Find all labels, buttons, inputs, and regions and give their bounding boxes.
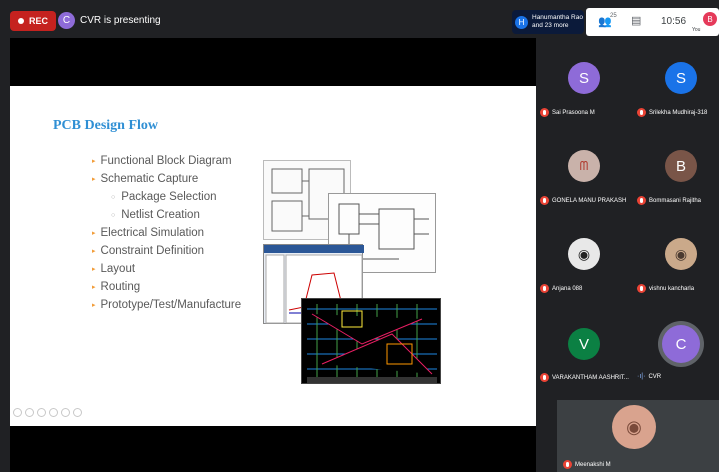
participant-avatar: B (665, 150, 697, 182)
participant-avatar: S (665, 62, 697, 94)
participant-photo: ◉ (612, 405, 656, 449)
mic-off-icon (563, 460, 572, 469)
participant-name: GONELA MANU PRAKASH (540, 196, 626, 205)
self-avatar[interactable]: B (703, 12, 717, 26)
sub-bullet: ○ Netlist Creation (111, 209, 200, 221)
pen-icon[interactable] (37, 408, 46, 417)
more-icon[interactable] (73, 408, 82, 417)
mic-off-icon (637, 196, 646, 205)
bullet: ▸ Routing (92, 281, 141, 293)
bullet-icon: ▸ (92, 302, 96, 309)
bullet-icon: ▸ (92, 230, 96, 237)
chat-icon[interactable]: ▤ (631, 14, 641, 27)
mic-off-icon (540, 196, 549, 205)
mic-off-icon (637, 108, 646, 117)
slide-letterbox-top (10, 38, 536, 86)
person-photo-icon: ◉ (577, 245, 591, 262)
participant-avatar: C (662, 325, 700, 363)
bullet: ▸ Constraint Definition (92, 245, 205, 257)
participant-avatar: V (568, 328, 600, 360)
participant-photo: ◉ (568, 238, 600, 270)
participant-name: ·ı|· CVR (637, 373, 662, 380)
person-photo-icon: ◉ (674, 245, 688, 262)
slide-controls (13, 408, 82, 417)
mic-off-icon (540, 284, 549, 293)
next-slide-icon[interactable] (25, 408, 34, 417)
participant-photo: ᗰ (568, 150, 600, 182)
participant-name: vishnu kancharla (637, 284, 694, 293)
meet-window: REC C CVR is presenting H Hanumantha Rao… (0, 0, 719, 472)
pointer-icon[interactable] (49, 408, 58, 417)
presenting-label: CVR is presenting (80, 15, 161, 26)
bullet-icon: ▸ (92, 158, 96, 165)
bullet: ▸ Layout (92, 263, 136, 275)
people-count: 25 (610, 13, 617, 19)
participant-name: Meenakshi M (563, 460, 611, 469)
participant-photo: ◉ (665, 238, 697, 270)
recording-badge: REC (10, 11, 57, 31)
sub-bullet-icon: ○ (111, 212, 116, 219)
clock: 10:56 (661, 16, 687, 27)
participants-line2: and 23 more (532, 22, 569, 29)
bullet: ▸ Functional Block Diagram (92, 155, 232, 167)
participant-name: Srilekha Mudhiraj-318 (637, 108, 707, 117)
participant-name: Anjana 088 (540, 284, 582, 293)
presenter-avatar: C (58, 12, 75, 29)
pcb-layout-image (301, 298, 441, 384)
participant-name: Sai Prasoona M (540, 108, 595, 117)
bullet: ▸ Electrical Simulation (92, 227, 205, 239)
bullet-icon: ▸ (92, 248, 96, 255)
bullet-icon: ▸ (92, 176, 96, 183)
participants-line1: Hanumantha Rao (532, 14, 583, 21)
person-photo-icon: ◉ (626, 416, 642, 437)
slide-title: PCB Design Flow (53, 118, 158, 133)
participant-avatar: H (515, 15, 528, 29)
participants-chip[interactable]: H Hanumantha Rao and 23 more (512, 10, 584, 34)
presentation-slide: PCB Design Flow ▸ Functional Block Diagra… (10, 86, 536, 426)
mic-off-icon (540, 108, 549, 117)
participant-name: Bommasani Rajitha (637, 196, 701, 205)
slide-letterbox-bottom (10, 426, 536, 472)
rec-label: REC (29, 16, 49, 26)
self-label: You (692, 27, 701, 33)
bullet: ▸ Schematic Capture (92, 173, 199, 185)
mic-off-icon (637, 284, 646, 293)
participant-avatar: S (568, 62, 600, 94)
sub-bullet: ○ Package Selection (111, 191, 217, 203)
bullet-icon: ▸ (92, 266, 96, 273)
participant-name: VARAKANTHAM AASHRIT... (540, 373, 629, 382)
sub-bullet-icon: ○ (111, 194, 116, 201)
speaking-icon: ·ı|· (637, 373, 646, 380)
mic-off-icon (540, 373, 549, 382)
bullet-icon: ▸ (92, 284, 96, 291)
prev-slide-icon[interactable] (13, 408, 22, 417)
logo-icon: ᗰ (579, 158, 589, 173)
bullet: ▸ Prototype/Test/Manufacture (92, 299, 242, 311)
record-dot-icon (18, 18, 24, 24)
zoom-icon[interactable] (61, 408, 70, 417)
